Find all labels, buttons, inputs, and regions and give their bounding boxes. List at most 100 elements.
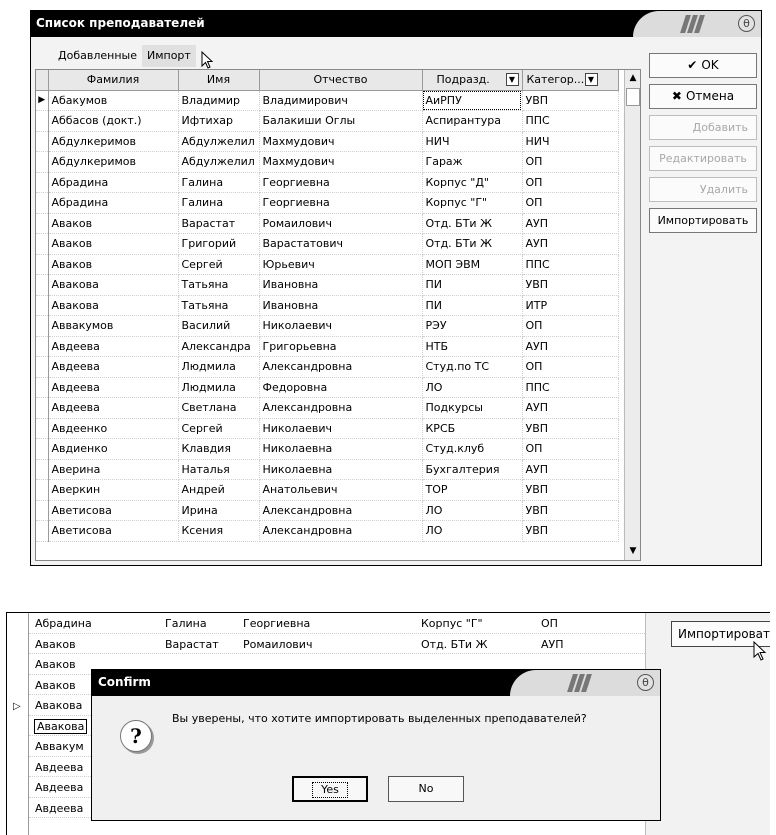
cell-department[interactable]: Подкурсы bbox=[422, 397, 523, 419]
cell-patronymic[interactable]: Александровна bbox=[259, 356, 423, 378]
table-row[interactable]: Аверкин Андрей Анатольевич ТОР УВП bbox=[36, 479, 619, 501]
table-row[interactable]: Абдулкеримов Абдулжелил Махмудович НИЧ НИЧ bbox=[36, 131, 619, 152]
cell-category[interactable]: УВП bbox=[522, 90, 619, 111]
cell-firstname[interactable]: Александра bbox=[178, 336, 260, 357]
cell-lastname[interactable]: Аббасов (докт.) bbox=[48, 110, 179, 132]
cell-patronymic[interactable]: Юрьевич bbox=[259, 254, 423, 275]
dialog-title-bar[interactable]: Confirm θ bbox=[92, 670, 660, 696]
cell-department[interactable]: ЛО bbox=[422, 500, 523, 521]
column-header-category[interactable]: Категор... ▼ bbox=[522, 70, 619, 91]
cell-lastname[interactable]: Абдулкеримов bbox=[48, 131, 179, 152]
cell-category[interactable]: ОП bbox=[522, 192, 619, 214]
column-header-department[interactable]: Подразд. ▼ bbox=[422, 70, 523, 91]
cell-firstname[interactable]: Галина bbox=[178, 192, 260, 214]
column-header-lastname[interactable]: Фамилия bbox=[48, 70, 179, 91]
yes-button[interactable]: Yes bbox=[292, 776, 368, 802]
cell-firstname[interactable]: Наталья bbox=[178, 459, 260, 480]
cell-category[interactable]: АУП bbox=[522, 336, 619, 357]
add-button[interactable]: Добавить bbox=[649, 115, 757, 140]
cell-lastname[interactable]: Авдеева bbox=[48, 377, 179, 398]
cell-patronymic[interactable]: Георгиевна bbox=[259, 172, 423, 193]
cell-category[interactable]: ППС bbox=[522, 254, 619, 275]
cell-category[interactable]: ОП bbox=[522, 438, 619, 460]
cell-patronymic[interactable]: Балакиши Оглы bbox=[259, 110, 423, 132]
cell-lastname[interactable]: Аваков bbox=[48, 254, 179, 275]
cell-patronymic[interactable]: Владимирович bbox=[259, 90, 423, 111]
table-row[interactable]: Абдулкеримов Абдулжелил Махмудович Гараж ОП bbox=[36, 151, 619, 173]
cell-lastname[interactable]: Авдеенко bbox=[48, 418, 179, 439]
tab-added[interactable]: Добавленные bbox=[53, 45, 142, 67]
cell-category[interactable]: АУП bbox=[522, 397, 619, 419]
cell-lastname[interactable]: Абакумов bbox=[48, 90, 179, 111]
cell-lastname[interactable]: Аввакумов bbox=[48, 315, 179, 337]
cell-lastname[interactable]: Авдиенко bbox=[48, 438, 179, 460]
cell-firstname[interactable]: Абдулжелил bbox=[178, 131, 260, 152]
cell-firstname[interactable]: Татьяна bbox=[178, 274, 260, 296]
cell-patronymic[interactable]: Ромаилович bbox=[259, 213, 423, 234]
ok-button[interactable]: ✔ OK bbox=[649, 53, 757, 78]
cell-firstname[interactable]: Варастат bbox=[178, 213, 260, 234]
column-header-firstname[interactable]: Имя bbox=[178, 70, 260, 91]
edit-button[interactable]: Редактировать bbox=[649, 146, 757, 171]
cell-department[interactable]: Отд. БТи Ж bbox=[422, 213, 523, 234]
cell-patronymic[interactable]: Александровна bbox=[259, 397, 423, 419]
cell-department[interactable]: ПИ bbox=[422, 274, 523, 296]
table-row[interactable]: Авакова Татьяна Ивановна ПИ УВП bbox=[36, 274, 619, 296]
title-bar[interactable]: Список преподавателей θ bbox=[31, 11, 761, 37]
table-row[interactable]: ▶ Абакумов Владимир Владимирович АиРПУ УВП bbox=[36, 90, 619, 111]
cell-firstname[interactable]: Сергей bbox=[178, 254, 260, 275]
cell-department[interactable]: ЛО bbox=[422, 377, 523, 398]
cell-department[interactable]: Корпус "Г" bbox=[422, 192, 523, 214]
cell-firstname[interactable]: Сергей bbox=[178, 418, 260, 439]
cell-firstname[interactable]: Абдулжелил bbox=[178, 151, 260, 173]
cell-patronymic[interactable]: Махмудович bbox=[259, 151, 423, 173]
cell-category[interactable]: АУП bbox=[522, 233, 619, 255]
close-icon[interactable]: θ bbox=[637, 674, 654, 691]
table-row[interactable]: Авдеева Людмила Александровна Студ.по ТС ОП bbox=[36, 356, 619, 378]
cell-department[interactable]: РЭУ bbox=[422, 315, 523, 337]
scroll-down-icon[interactable]: ▼ bbox=[625, 543, 640, 560]
cell-department[interactable]: НИЧ bbox=[422, 131, 523, 152]
cell-category[interactable]: ОП bbox=[522, 172, 619, 193]
cell-department[interactable]: ТОР bbox=[422, 479, 523, 501]
column-header-patronymic[interactable]: Отчество bbox=[259, 70, 423, 91]
close-icon[interactable]: θ bbox=[738, 15, 755, 32]
cell-department[interactable]: Гараж bbox=[422, 151, 523, 173]
cell-lastname[interactable]: Аветисова bbox=[48, 520, 179, 542]
cell-lastname[interactable]: Авдеева bbox=[48, 356, 179, 378]
cell-lastname[interactable]: Аваков bbox=[48, 213, 179, 234]
cell-category[interactable]: ОП bbox=[522, 315, 619, 337]
scrollbar-thumb[interactable] bbox=[626, 88, 640, 106]
cell-department[interactable]: Корпус "Д" bbox=[422, 172, 523, 193]
cell-category[interactable]: УВП bbox=[522, 418, 619, 439]
cell-department[interactable]: НТБ bbox=[422, 336, 523, 357]
cell-firstname[interactable]: Василий bbox=[178, 315, 260, 337]
table-row[interactable]: Авакова Татьяна Ивановна ПИ ИТР bbox=[36, 295, 619, 316]
cell-lastname[interactable]: Авдеева bbox=[48, 336, 179, 357]
cell-patronymic[interactable]: Махмудович bbox=[259, 131, 423, 152]
cell-category[interactable]: НИЧ bbox=[522, 131, 619, 152]
no-button[interactable]: No bbox=[388, 776, 464, 802]
cell-department[interactable]: Отд. БТи Ж bbox=[422, 233, 523, 255]
dropdown-arrow-icon[interactable]: ▼ bbox=[505, 73, 519, 86]
table-row[interactable]: Аббасов (докт.) Ифтихар Балакиши Оглы Аспир… bbox=[36, 110, 619, 132]
cell-lastname[interactable]: Абдулкеримов bbox=[48, 151, 179, 173]
table-row[interactable]: Авдеева Александра Григорьевна НТБ АУП bbox=[36, 336, 619, 357]
cell-department[interactable]: Студ.клуб bbox=[422, 438, 523, 460]
dropdown-arrow-icon[interactable]: ▼ bbox=[584, 73, 598, 86]
cell-department[interactable]: ПИ bbox=[422, 295, 523, 316]
cell-category[interactable]: АУП bbox=[522, 213, 619, 234]
cell-firstname[interactable]: Людмила bbox=[178, 356, 260, 378]
cell-category[interactable]: УВП bbox=[522, 479, 619, 501]
cell-lastname[interactable]: Абрадина bbox=[48, 172, 179, 193]
cell-department[interactable]: ЛО bbox=[422, 520, 523, 542]
cell-firstname[interactable]: Владимир bbox=[178, 90, 260, 111]
import-button[interactable]: Импортировать bbox=[649, 208, 757, 233]
table-row[interactable]: Авдеева Людмила Федоровна ЛО ППС bbox=[36, 377, 619, 398]
table-row[interactable]: Аверина Наталья Николаевна Бухгалтерия АУП bbox=[36, 459, 619, 480]
cell-patronymic[interactable]: Варастатович bbox=[259, 233, 423, 255]
scroll-up-icon[interactable]: ▲ bbox=[625, 70, 640, 87]
cell-category[interactable]: УВП bbox=[522, 520, 619, 542]
cell-patronymic[interactable]: Николаевна bbox=[259, 438, 423, 460]
cell-lastname[interactable]: Аветисова bbox=[48, 500, 179, 521]
